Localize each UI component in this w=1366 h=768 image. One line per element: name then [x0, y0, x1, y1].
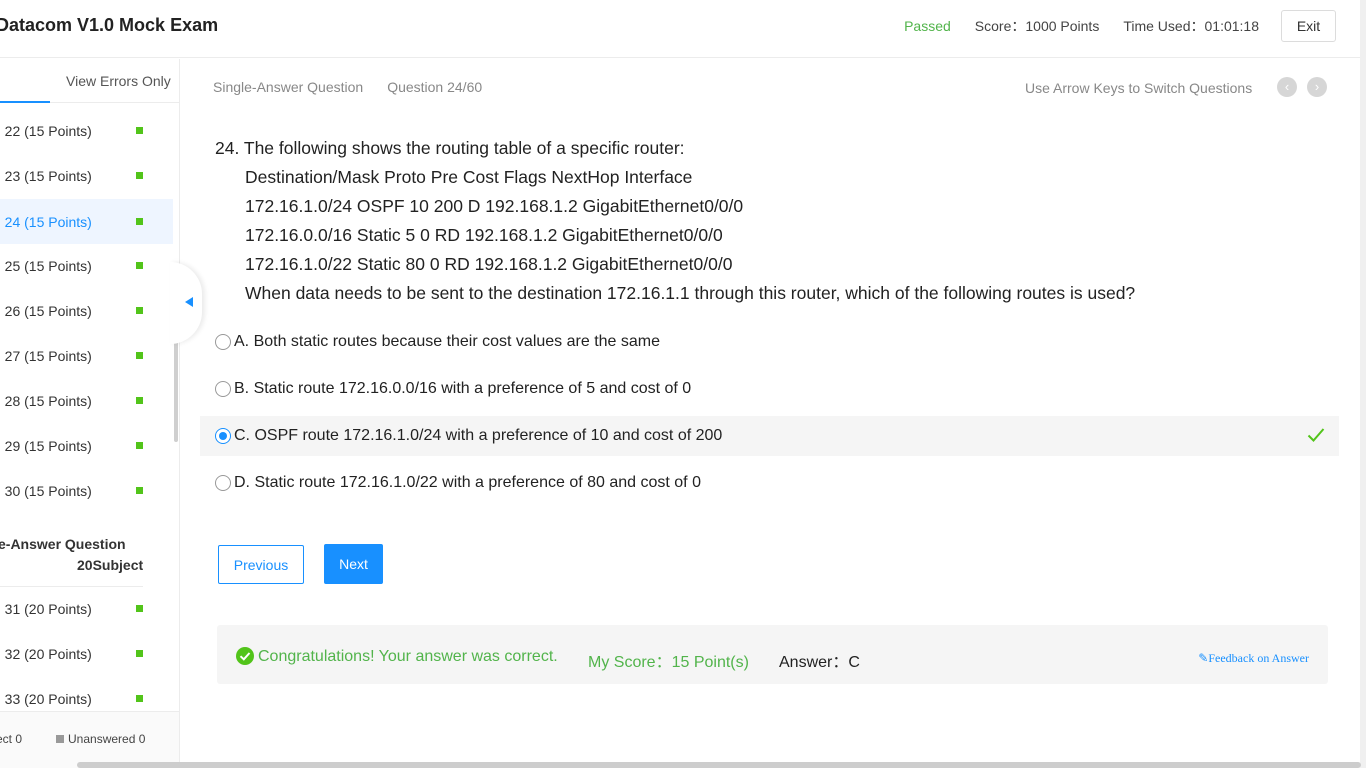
radio-button[interactable]: [215, 475, 231, 491]
next-button[interactable]: Next: [324, 544, 383, 584]
correct-indicator: [136, 127, 143, 134]
page-vertical-scrollbar[interactable]: [1360, 0, 1366, 768]
sidebar-question-item[interactable]: n 27 (15 Points): [0, 333, 173, 378]
option-text: C. OSPF route 172.16.1.0/24 with a prefe…: [234, 427, 723, 444]
question-item-label: n 25 (15 Points): [0, 258, 92, 274]
question-stem: 24. The following shows the routing tabl…: [215, 134, 1135, 308]
question-stem-line: 172.16.0.0/16 Static 5 0 RD 192.168.1.2 …: [245, 225, 723, 245]
feedback-link[interactable]: ✎Feedback on Answer: [1198, 651, 1309, 666]
sidebar-question-item[interactable]: n 30 (15 Points): [0, 468, 173, 513]
feedback-label: Feedback on Answer: [1208, 651, 1309, 665]
correct-indicator: [136, 352, 143, 359]
sidebar-filter-tabs: View Errors Only: [0, 59, 179, 103]
question-stem-line: 24. The following shows the routing tabl…: [215, 138, 685, 158]
correct-indicator: [136, 605, 143, 612]
question-item-label: n 24 (15 Points): [0, 214, 92, 230]
correct-answer: Answer：C: [779, 654, 860, 671]
horizontal-scrollbar[interactable]: [77, 762, 1361, 768]
sidebar-question-item[interactable]: n 28 (15 Points): [0, 378, 173, 423]
legend-unanswered-count: Unanswered 0: [68, 732, 146, 746]
question-meta: Single-Answer Question Question 24/60: [213, 79, 482, 95]
question-item-label: n 22 (15 Points): [0, 123, 92, 139]
result-panel: Congratulations! Your answer was correct…: [217, 625, 1328, 684]
question-item-label: n 30 (15 Points): [0, 483, 92, 499]
question-stem-line: When data needs to be sent to the destin…: [245, 283, 1136, 303]
option-text: B. Static route 172.16.0.0/16 with a pre…: [234, 380, 692, 397]
active-tab-underline: [0, 101, 50, 103]
sidebar-question-item[interactable]: n 23 (15 Points): [0, 153, 173, 198]
option-text: D. Static route 172.16.1.0/22 with a pre…: [234, 474, 701, 491]
question-item-label: n 33 (20 Points): [0, 691, 92, 707]
sidebar-collapse-toggle[interactable]: [170, 262, 202, 344]
question-stem-line: 172.16.1.0/24 OSPF 10 200 D 192.168.1.2 …: [245, 196, 744, 216]
option-text: A. Both static routes because their cost…: [234, 333, 660, 350]
arrow-keys-hint: Use Arrow Keys to Switch Questions: [1025, 80, 1253, 96]
question-item-label: n 28 (15 Points): [0, 393, 92, 409]
header-status-area: Passed Score：1000 Points Time Used：01:01…: [904, 10, 1336, 42]
question-item-label: n 27 (15 Points): [0, 348, 92, 364]
sidebar-question-item[interactable]: n 25 (15 Points): [0, 243, 173, 288]
unanswered-square-icon: [56, 735, 64, 743]
triangle-left-icon: [185, 297, 193, 307]
sidebar-question-item[interactable]: n 29 (15 Points): [0, 423, 173, 468]
correct-indicator: [136, 695, 143, 702]
check-circle-icon: [236, 647, 254, 665]
correct-indicator: [136, 487, 143, 494]
correct-indicator: [136, 262, 143, 269]
checkmark-icon: [1307, 428, 1325, 442]
question-stem-line: 172.16.1.0/22 Static 80 0 RD 192.168.1.2…: [245, 254, 733, 274]
pass-status: Passed: [904, 18, 951, 34]
next-question-arrow-icon[interactable]: ›: [1307, 77, 1327, 97]
exit-button[interactable]: Exit: [1281, 10, 1336, 42]
app-title: Datacom V1.0 Mock Exam: [0, 15, 219, 35]
my-score: My Score：15 Point(s): [588, 654, 749, 671]
sidebar-question-item[interactable]: n 31 (20 Points): [0, 586, 173, 631]
header-bar: Datacom V1.0 Mock Exam Passed Score：1000…: [0, 0, 1366, 58]
legend-correct-count: ect 0: [0, 732, 23, 746]
question-item-label: n 31 (20 Points): [0, 601, 92, 617]
question-stem-line: Destination/Mask Proto Pre Cost Flags Ne…: [245, 167, 693, 187]
question-item-label: n 23 (15 Points): [0, 168, 92, 184]
total-score: Score：1000 Points: [974, 18, 1100, 34]
answer-option-c[interactable]: C. OSPF route 172.16.1.0/24 with a prefe…: [200, 416, 1339, 456]
correct-indicator: [136, 442, 143, 449]
section-title: e-Answer Question: [0, 536, 126, 552]
answer-option-b[interactable]: B. Static route 172.16.0.0/16 with a pre…: [200, 369, 1339, 409]
view-errors-only-tab[interactable]: View Errors Only: [66, 73, 171, 89]
answer-option-a[interactable]: A. Both static routes because their cost…: [200, 322, 1339, 362]
sidebar-question-item[interactable]: n 26 (15 Points): [0, 288, 173, 333]
correct-indicator: [136, 172, 143, 179]
correct-indicator: [136, 650, 143, 657]
radio-button[interactable]: [215, 334, 231, 350]
correct-indicator: [136, 307, 143, 314]
result-message: Congratulations! Your answer was correct…: [258, 648, 558, 665]
question-item-label: n 32 (20 Points): [0, 646, 92, 662]
sidebar-question-item-active[interactable]: n 24 (15 Points): [0, 199, 173, 244]
radio-button[interactable]: [215, 381, 231, 397]
question-type: Single-Answer Question: [213, 79, 364, 95]
question-sidebar: View Errors Only n 22 (15 Points) n 23 (…: [0, 59, 180, 768]
question-position: Question 24/60: [387, 79, 483, 95]
pencil-icon: ✎: [1198, 651, 1209, 665]
time-used: Time Used：01:01:18: [1123, 18, 1259, 34]
correct-indicator: [136, 397, 143, 404]
radio-button-selected[interactable]: [215, 428, 231, 444]
sidebar-question-item[interactable]: n 22 (15 Points): [0, 108, 173, 153]
previous-button[interactable]: Previous: [218, 545, 304, 584]
answer-option-d[interactable]: D. Static route 172.16.1.0/22 with a pre…: [200, 463, 1339, 503]
prev-question-arrow-icon[interactable]: ‹: [1277, 77, 1297, 97]
correct-indicator: [136, 218, 143, 225]
sidebar-question-item[interactable]: n 32 (20 Points): [0, 631, 173, 676]
question-item-label: n 29 (15 Points): [0, 438, 92, 454]
sidebar-legend: ect 0 Unanswered 0: [0, 711, 179, 768]
question-item-label: n 26 (15 Points): [0, 303, 92, 319]
section-count: 20Subject: [77, 557, 144, 573]
